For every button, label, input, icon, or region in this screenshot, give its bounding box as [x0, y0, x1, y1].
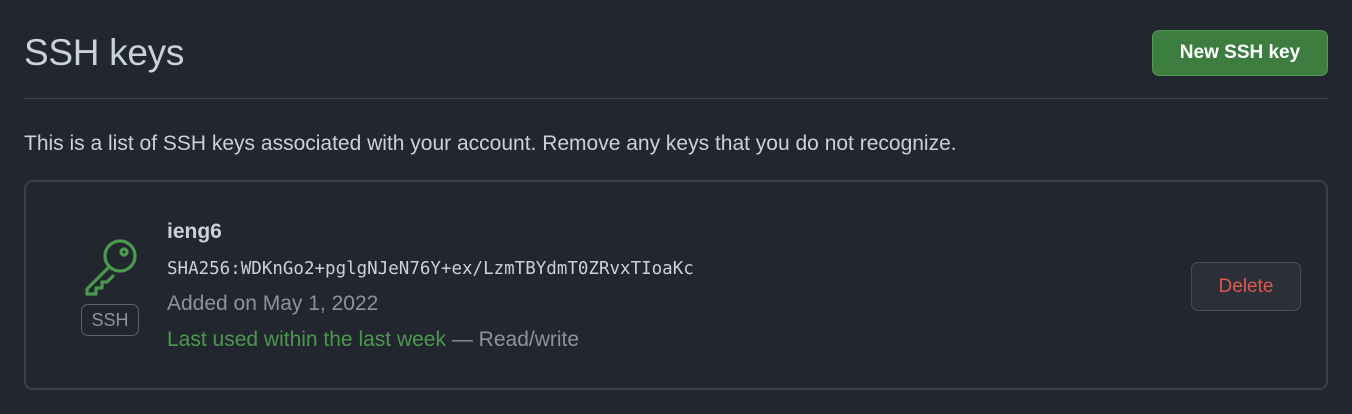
page-description: This is a list of SSH keys associated wi… [24, 132, 957, 155]
delete-key-button[interactable]: Delete [1191, 262, 1301, 311]
key-title: ieng6 [167, 220, 222, 243]
ssh-badge: SSH [81, 304, 139, 336]
usage-separator: — [446, 328, 479, 351]
key-usage-line: Last used within the last week — Read/wr… [167, 326, 579, 354]
new-ssh-key-button[interactable]: New SSH key [1152, 30, 1328, 76]
key-access-level: Read/write [478, 328, 580, 351]
key-fingerprint: SHA256:WDKnGo2+pglgNJeN76Y+ex/LzmTBYdmT0… [167, 259, 694, 279]
last-used-status: Last used within the last week [167, 328, 446, 351]
key-added-date: Added on May 1, 2022 [167, 292, 379, 315]
page-header: SSH keys New SSH key [24, 0, 1328, 99]
key-icon [80, 234, 144, 298]
ssh-keys-page: SSH keys New SSH key This is a list of S… [0, 0, 1352, 414]
page-title: SSH keys [24, 32, 185, 73]
ssh-key-item: SSH ieng6 SHA256:WDKnGo2+pglgNJeN76Y+ex/… [24, 180, 1328, 390]
